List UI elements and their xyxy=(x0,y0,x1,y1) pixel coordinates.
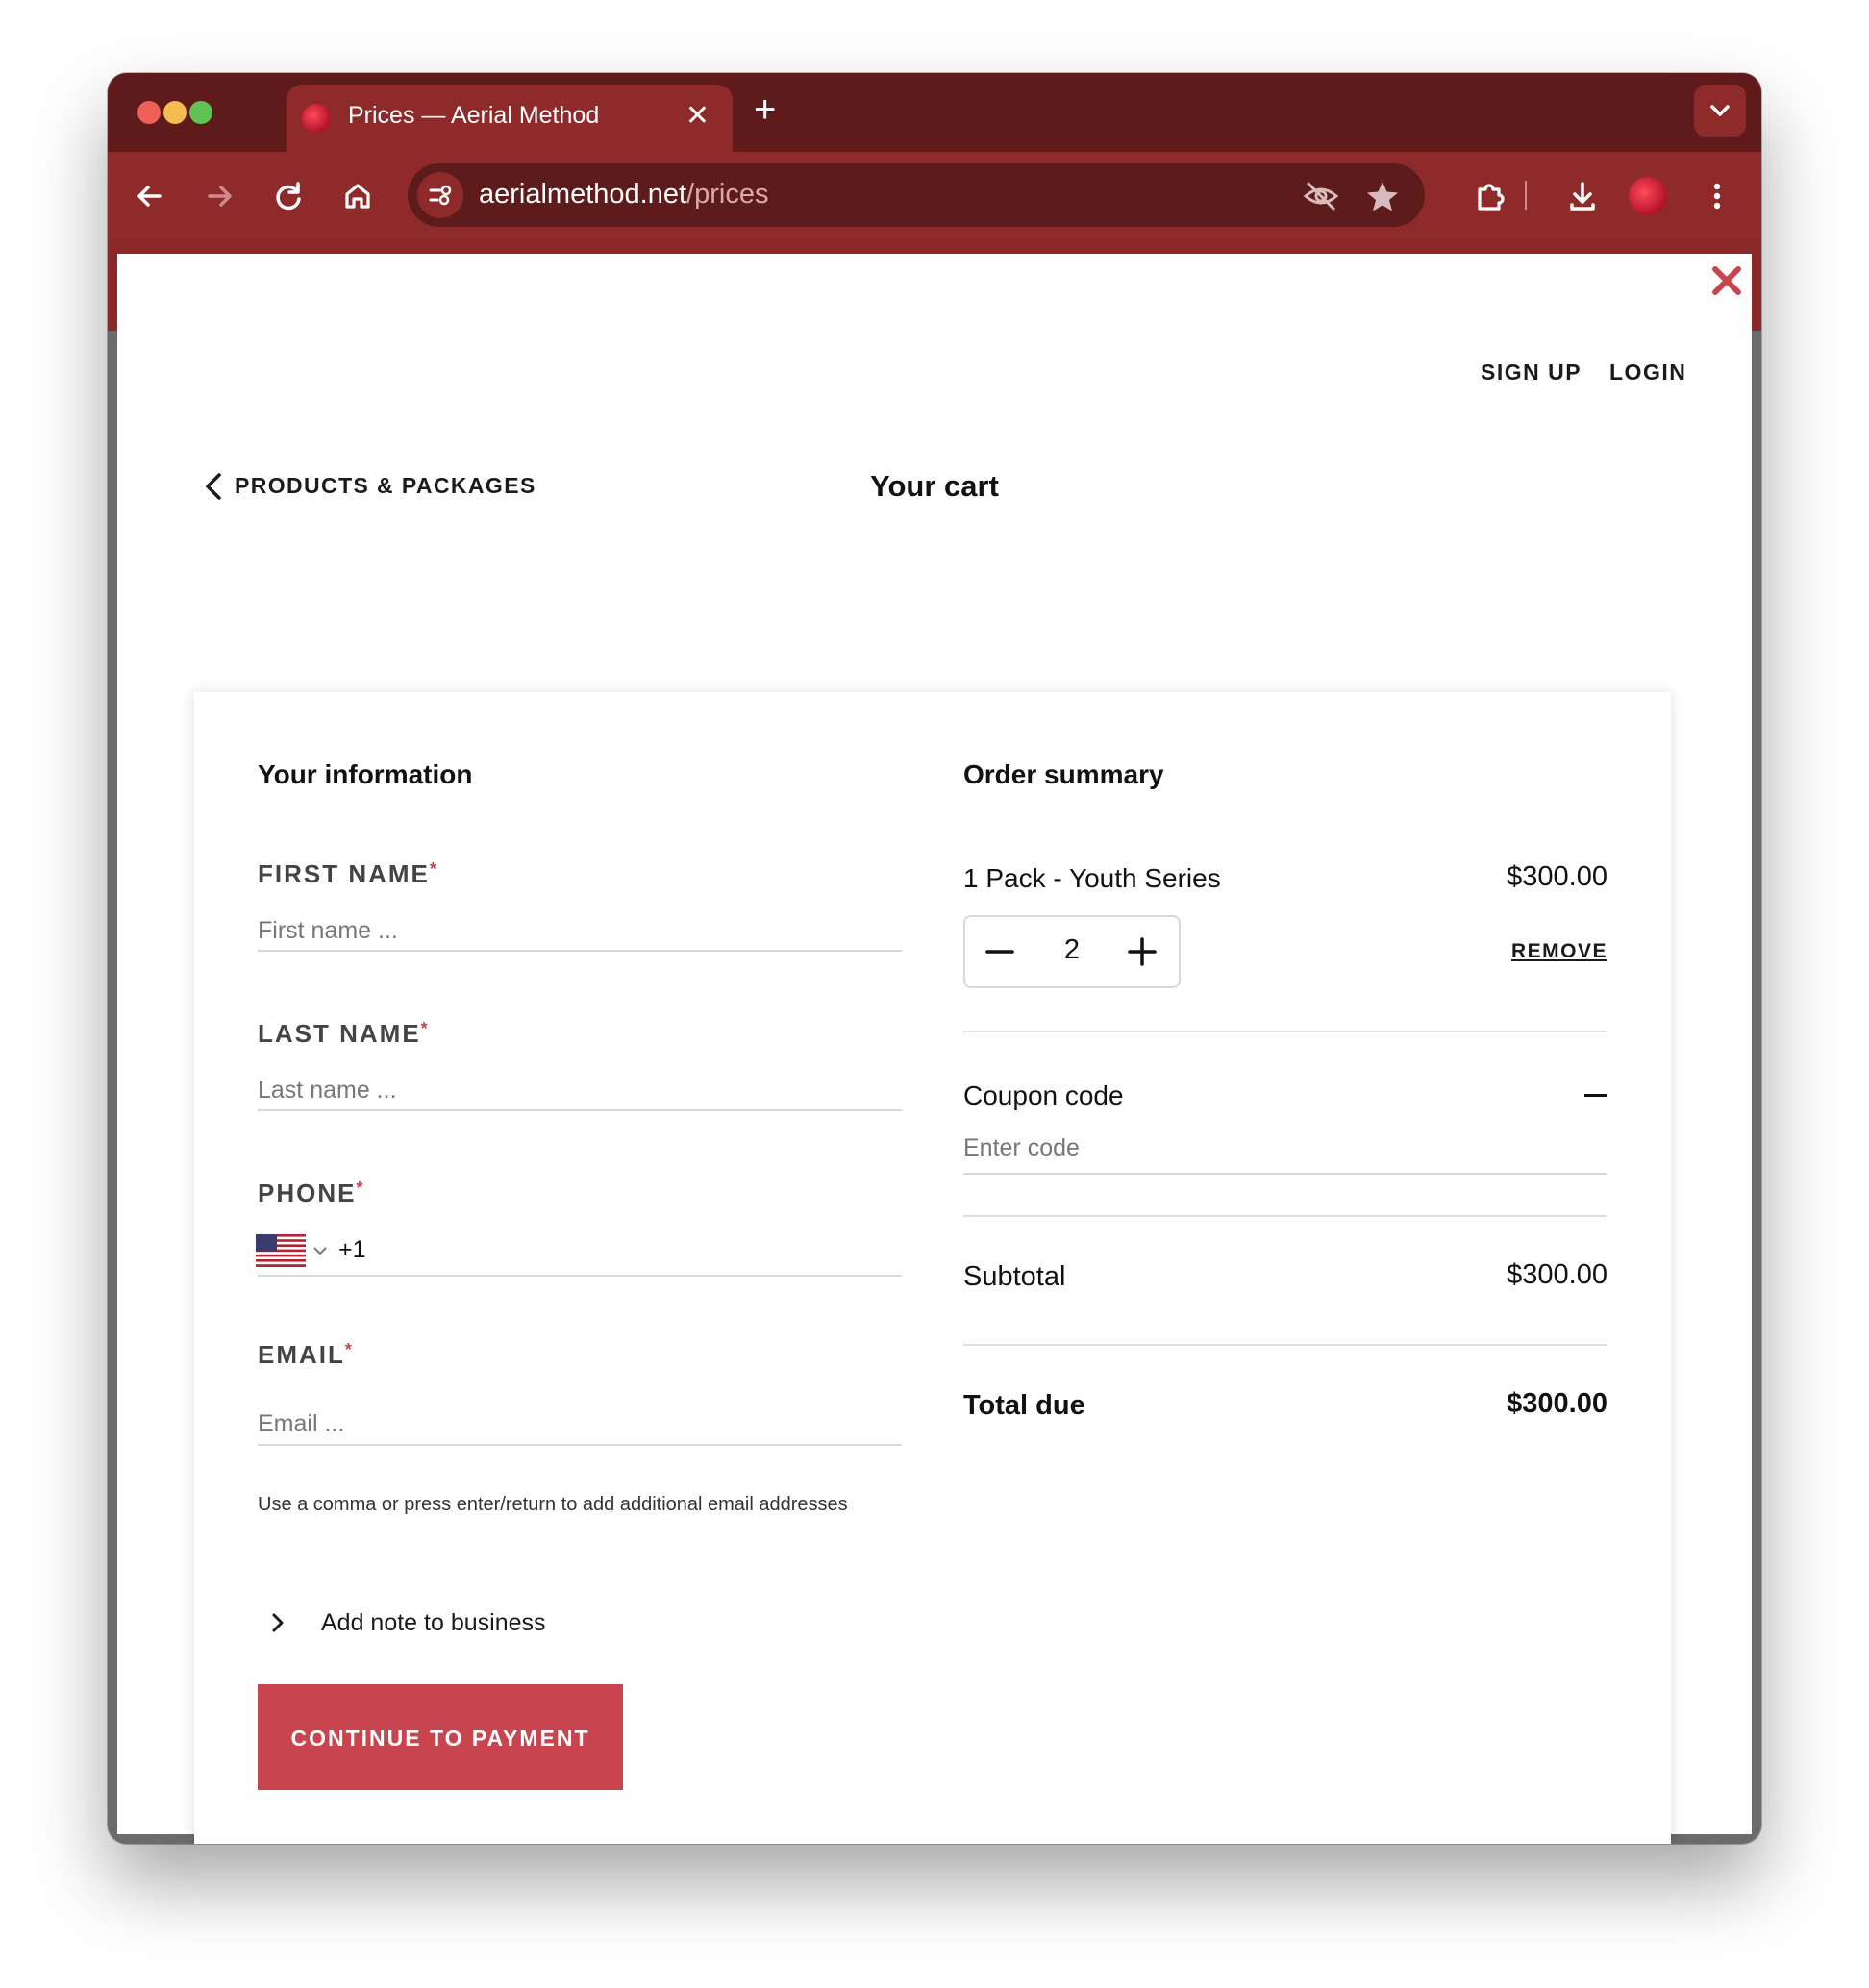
chevron-down-icon[interactable] xyxy=(312,1244,329,1257)
plus-icon[interactable] xyxy=(1127,936,1158,967)
tab-title: Prices — Aerial Method xyxy=(348,102,600,129)
email-label-text: EMAIL xyxy=(258,1340,345,1369)
required-asterisk: * xyxy=(429,859,438,879)
tab-close-icon[interactable]: ✕ xyxy=(685,99,710,133)
close-modal-icon[interactable] xyxy=(1704,258,1750,304)
first-name-label-text: FIRST NAME xyxy=(258,859,430,888)
divider xyxy=(963,1344,1607,1346)
total-due-value: $300.00 xyxy=(1507,1388,1607,1419)
checkout-card: Your information FIRST NAME* LAST NAME* … xyxy=(194,692,1671,1844)
phone-label: PHONE* xyxy=(258,1179,364,1208)
divider xyxy=(963,1215,1607,1217)
coupon-code-label: Coupon code xyxy=(963,1081,1124,1110)
forward-arrow-icon[interactable] xyxy=(196,173,242,219)
last-name-label: LAST NAME* xyxy=(258,1019,430,1049)
more-menu-icon[interactable] xyxy=(1694,173,1740,219)
subtotal-label: Subtotal xyxy=(963,1261,1066,1292)
first-name-label: FIRST NAME* xyxy=(258,859,438,889)
us-flag-icon[interactable] xyxy=(256,1234,306,1267)
tab-search-button[interactable] xyxy=(1694,85,1746,137)
subtotal-value: $300.00 xyxy=(1507,1259,1607,1290)
chevron-right-icon xyxy=(272,1613,284,1632)
new-tab-plus-icon[interactable]: + xyxy=(754,90,776,129)
email-helper-text: Use a comma or press enter/return to add… xyxy=(258,1494,848,1515)
address-bar[interactable]: aerialmethod.net/prices xyxy=(408,163,1425,227)
back-arrow-icon[interactable] xyxy=(127,173,173,219)
required-asterisk: * xyxy=(356,1179,365,1198)
email-input[interactable] xyxy=(258,1404,902,1446)
order-summary-heading: Order summary xyxy=(963,759,1164,789)
download-icon[interactable] xyxy=(1559,173,1606,219)
sign-up-link[interactable]: SIGN UP xyxy=(1481,360,1582,385)
tab-active[interactable]: Prices — Aerial Method ✕ xyxy=(287,85,733,152)
url-text: aerialmethod.net/prices xyxy=(479,179,768,211)
url-path: /prices xyxy=(686,179,769,210)
home-icon[interactable] xyxy=(335,173,381,219)
toolbar-separator xyxy=(1525,181,1527,210)
maximize-window-button[interactable] xyxy=(189,101,212,124)
site-settings-icon[interactable] xyxy=(417,172,463,218)
reload-icon[interactable] xyxy=(265,173,312,219)
last-name-input[interactable] xyxy=(258,1071,902,1111)
required-asterisk: * xyxy=(344,1340,354,1359)
required-asterisk: * xyxy=(420,1019,430,1038)
cart-modal: SIGN UP LOGIN PRODUCTS & PACKAGES Your c… xyxy=(117,254,1752,1844)
divider xyxy=(963,1031,1607,1032)
your-information-heading: Your information xyxy=(258,759,473,789)
close-window-button[interactable] xyxy=(137,101,161,124)
cart-item-name: 1 Pack - Youth Series xyxy=(963,863,1221,893)
chevron-down-icon xyxy=(1710,105,1730,116)
collapse-coupon-icon[interactable] xyxy=(1584,1094,1607,1097)
coupon-code-input[interactable] xyxy=(963,1123,1607,1175)
profile-avatar[interactable] xyxy=(1629,177,1667,215)
country-code: +1 xyxy=(338,1236,366,1263)
login-link[interactable]: LOGIN xyxy=(1609,360,1686,385)
cart-item-price: $300.00 xyxy=(1507,861,1607,892)
total-due-label: Total due xyxy=(963,1390,1085,1421)
url-domain: aerialmethod.net xyxy=(479,179,687,210)
minimize-window-button[interactable] xyxy=(163,101,187,124)
browser-toolbar: aerialmethod.net/prices xyxy=(108,152,1761,238)
add-note-label: Add note to business xyxy=(321,1609,546,1636)
tab-strip: Prices — Aerial Method ✕ + xyxy=(108,73,1761,152)
quantity-stepper: 2 xyxy=(963,915,1181,988)
site-favicon-icon xyxy=(302,104,331,133)
remove-item-link[interactable]: REMOVE xyxy=(1511,940,1607,963)
page-title: Your cart xyxy=(870,469,999,503)
first-name-input[interactable] xyxy=(258,911,902,952)
last-name-label-text: LAST NAME xyxy=(258,1019,421,1048)
email-label: EMAIL* xyxy=(258,1340,354,1370)
phone-field[interactable]: +1 xyxy=(256,1229,902,1277)
phone-label-text: PHONE xyxy=(258,1179,357,1207)
eye-slash-icon[interactable] xyxy=(1298,173,1344,219)
star-bookmark-icon[interactable] xyxy=(1359,173,1406,219)
extensions-puzzle-icon[interactable] xyxy=(1467,173,1513,219)
continue-to-payment-button[interactable]: CONTINUE TO PAYMENT xyxy=(258,1684,623,1790)
browser-window: Prices — Aerial Method ✕ + aerialmethod.… xyxy=(108,73,1761,1844)
